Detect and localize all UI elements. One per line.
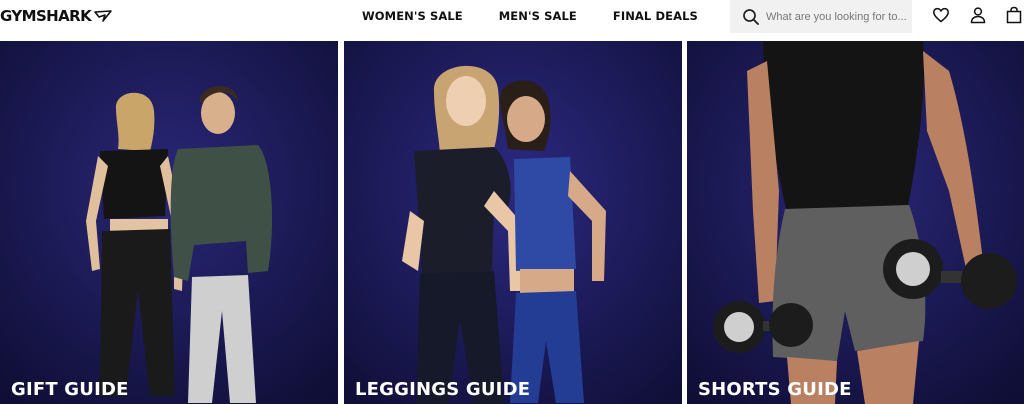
search-bar[interactable] — [730, 0, 912, 33]
gift-guide-tile[interactable]: GIFT GUIDE — [0, 41, 338, 404]
shark-logo-icon — [94, 10, 112, 22]
shorts-guide-image — [687, 41, 1024, 404]
main-nav: WOMEN'S SALE MEN'S SALE FINAL DEALS — [362, 9, 734, 23]
nav-final-deals[interactable]: FINAL DEALS — [613, 9, 698, 23]
brand-name: GYMSHARK — [0, 7, 92, 25]
shorts-guide-tile[interactable]: SHORTS GUIDE — [687, 41, 1024, 404]
site-header: GYMSHARK WOMEN'S SALE MEN'S SALE FINAL D… — [0, 0, 1024, 41]
heart-icon[interactable] — [932, 6, 950, 24]
search-input[interactable] — [766, 10, 906, 23]
tile-caption-leggings-guide[interactable]: LEGGINGS GUIDE — [355, 379, 530, 400]
nav-mens-sale[interactable]: MEN'S SALE — [499, 9, 577, 23]
gift-guide-image — [0, 41, 338, 404]
brand-logo[interactable]: GYMSHARK — [0, 6, 112, 26]
tile-caption-gift-guide[interactable]: GIFT GUIDE — [11, 379, 129, 400]
shopping-bag-icon[interactable] — [1005, 6, 1023, 24]
leggings-guide-tile[interactable]: LEGGINGS GUIDE — [344, 41, 682, 404]
search-icon[interactable] — [742, 8, 760, 26]
user-icon[interactable] — [969, 6, 987, 24]
tile-caption-shorts-guide[interactable]: SHORTS GUIDE — [698, 379, 852, 400]
nav-womens-sale[interactable]: WOMEN'S SALE — [362, 9, 463, 23]
leggings-guide-image — [344, 41, 682, 404]
